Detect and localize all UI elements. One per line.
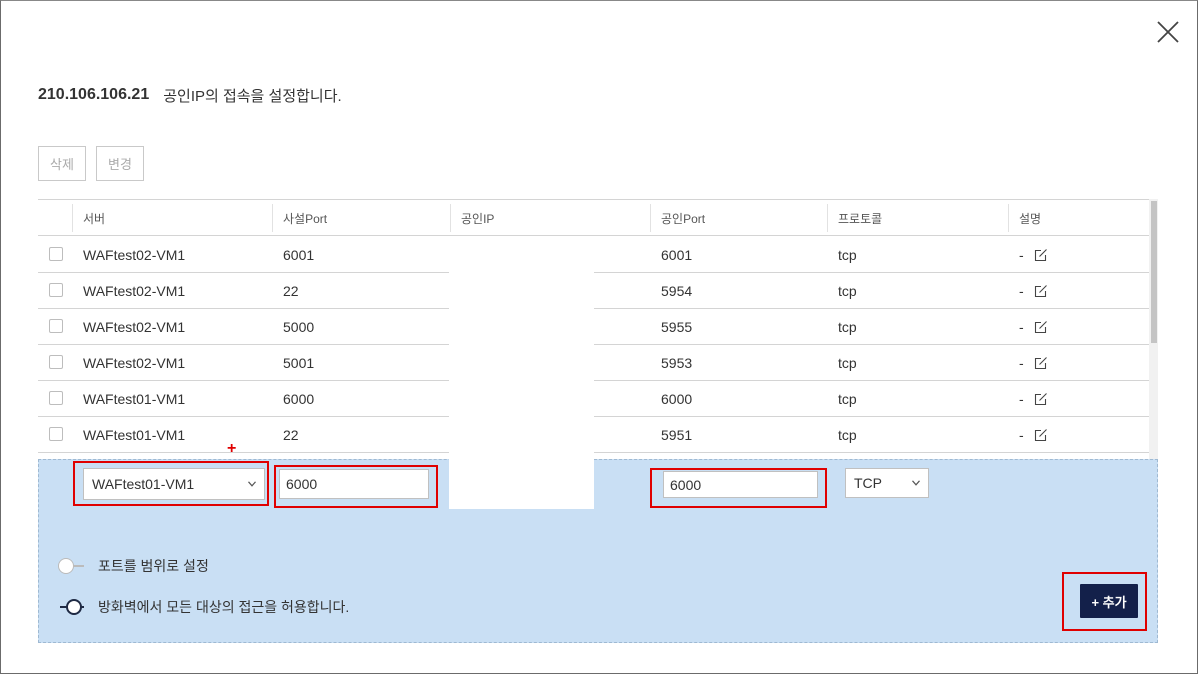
cell-server: WAFtest02-VM1 <box>83 283 186 299</box>
annotation-plus-mark: + <box>227 440 237 457</box>
cell-description: - <box>1009 273 1048 309</box>
column-header-private-port: 사설Port <box>283 211 328 226</box>
cell-description: - <box>1009 417 1048 453</box>
cell-server: WAFtest01-VM1 <box>83 391 186 407</box>
edit-icon[interactable] <box>1034 428 1048 442</box>
column-header-public-ip: 공인IP <box>461 211 495 226</box>
row-checkbox[interactable] <box>49 319 63 333</box>
row-checkbox[interactable] <box>49 427 63 441</box>
delete-button[interactable]: 삭제 <box>38 146 86 181</box>
description-text: - <box>1019 283 1024 299</box>
cell-description: - <box>1009 309 1048 345</box>
column-header-server: 서버 <box>83 211 106 226</box>
cell-public-port: 6001 <box>661 247 693 263</box>
description-text: - <box>1019 355 1024 371</box>
cell-protocol: tcp <box>838 355 857 371</box>
edit-icon[interactable] <box>1034 356 1048 370</box>
cell-description: - <box>1009 237 1048 273</box>
dialog-header: 210.106.106.21 공인IP의 접속을 설정합니다. <box>38 85 342 105</box>
cell-server: WAFtest01-VM1 <box>83 427 186 443</box>
edit-icon[interactable] <box>1034 248 1048 262</box>
chevron-down-icon <box>912 480 920 486</box>
port-forward-table: 서버 사설Port 공인IP 공인Port 프로토콜 설명 WAFtest02-… <box>38 199 1158 459</box>
table-header: 서버 사설Port 공인IP 공인Port 프로토콜 설명 <box>38 200 1149 236</box>
row-checkbox[interactable] <box>49 391 63 405</box>
server-select[interactable]: WAFtest01-VM1 <box>83 468 265 500</box>
cell-description: - <box>1009 345 1048 381</box>
column-header-description: 설명 <box>1019 211 1042 226</box>
cell-public-port: 5951 <box>661 427 693 443</box>
server-select-value: WAFtest01-VM1 <box>92 476 195 492</box>
dialog-description: 공인IP의 접속을 설정합니다. <box>163 87 342 105</box>
edit-icon[interactable] <box>1034 284 1048 298</box>
cell-protocol: tcp <box>838 247 857 263</box>
cell-protocol: tcp <box>838 427 857 443</box>
cell-description: - <box>1009 381 1048 417</box>
cell-public-port: 5953 <box>661 355 693 371</box>
cell-private-port: 6000 <box>283 391 315 407</box>
description-text: - <box>1019 319 1024 335</box>
toggle-track <box>60 599 84 615</box>
cell-server: WAFtest02-VM1 <box>83 319 186 335</box>
protocol-select-value: TCP <box>854 475 882 491</box>
port-range-toggle[interactable]: 포트를 범위로 설정 <box>58 556 209 576</box>
description-text: - <box>1019 427 1024 443</box>
cell-server: WAFtest02-VM1 <box>83 355 186 371</box>
cell-public-port: 5955 <box>661 319 693 335</box>
column-header-public-port: 공인Port <box>661 211 706 226</box>
cell-protocol: tcp <box>838 319 857 335</box>
public-ip-masked-area <box>449 236 594 509</box>
edit-icon[interactable] <box>1034 320 1048 334</box>
private-port-input[interactable]: 6000 <box>279 469 429 499</box>
cell-private-port: 5000 <box>283 319 315 335</box>
public-port-input[interactable]: 6000 <box>663 471 818 498</box>
cell-public-port: 6000 <box>661 391 693 407</box>
change-button[interactable]: 변경 <box>96 146 144 181</box>
table-scrollbar-thumb[interactable] <box>1151 201 1157 343</box>
chevron-down-icon <box>248 481 256 487</box>
row-checkbox[interactable] <box>49 283 63 297</box>
toggle-knob <box>66 599 82 615</box>
cell-private-port: 6001 <box>283 247 315 263</box>
cell-protocol: tcp <box>838 391 857 407</box>
cell-public-port: 5954 <box>661 283 693 299</box>
close-icon[interactable] <box>1154 18 1182 46</box>
cell-private-port: 5001 <box>283 355 315 371</box>
row-checkbox[interactable] <box>49 247 63 261</box>
toggle-knob <box>58 558 74 574</box>
cell-private-port: 22 <box>283 427 299 443</box>
add-button[interactable]: + 추가 <box>1080 584 1138 618</box>
column-header-protocol: 프로토콜 <box>838 211 883 226</box>
description-text: - <box>1019 391 1024 407</box>
firewall-allow-all-label: 방화벽에서 모든 대상의 접근을 허용합니다. <box>98 599 350 615</box>
cell-private-port: 22 <box>283 283 299 299</box>
firewall-allow-all-toggle[interactable]: 방화벽에서 모든 대상의 접근을 허용합니다. <box>60 597 349 617</box>
toggle-track <box>58 558 84 574</box>
edit-icon[interactable] <box>1034 392 1048 406</box>
description-text: - <box>1019 247 1024 263</box>
protocol-select[interactable]: TCP <box>845 468 929 498</box>
port-range-toggle-label: 포트를 범위로 설정 <box>98 558 209 574</box>
row-checkbox[interactable] <box>49 355 63 369</box>
cell-server: WAFtest02-VM1 <box>83 247 186 263</box>
public-ip-title: 210.106.106.21 <box>38 86 150 103</box>
cell-protocol: tcp <box>838 283 857 299</box>
